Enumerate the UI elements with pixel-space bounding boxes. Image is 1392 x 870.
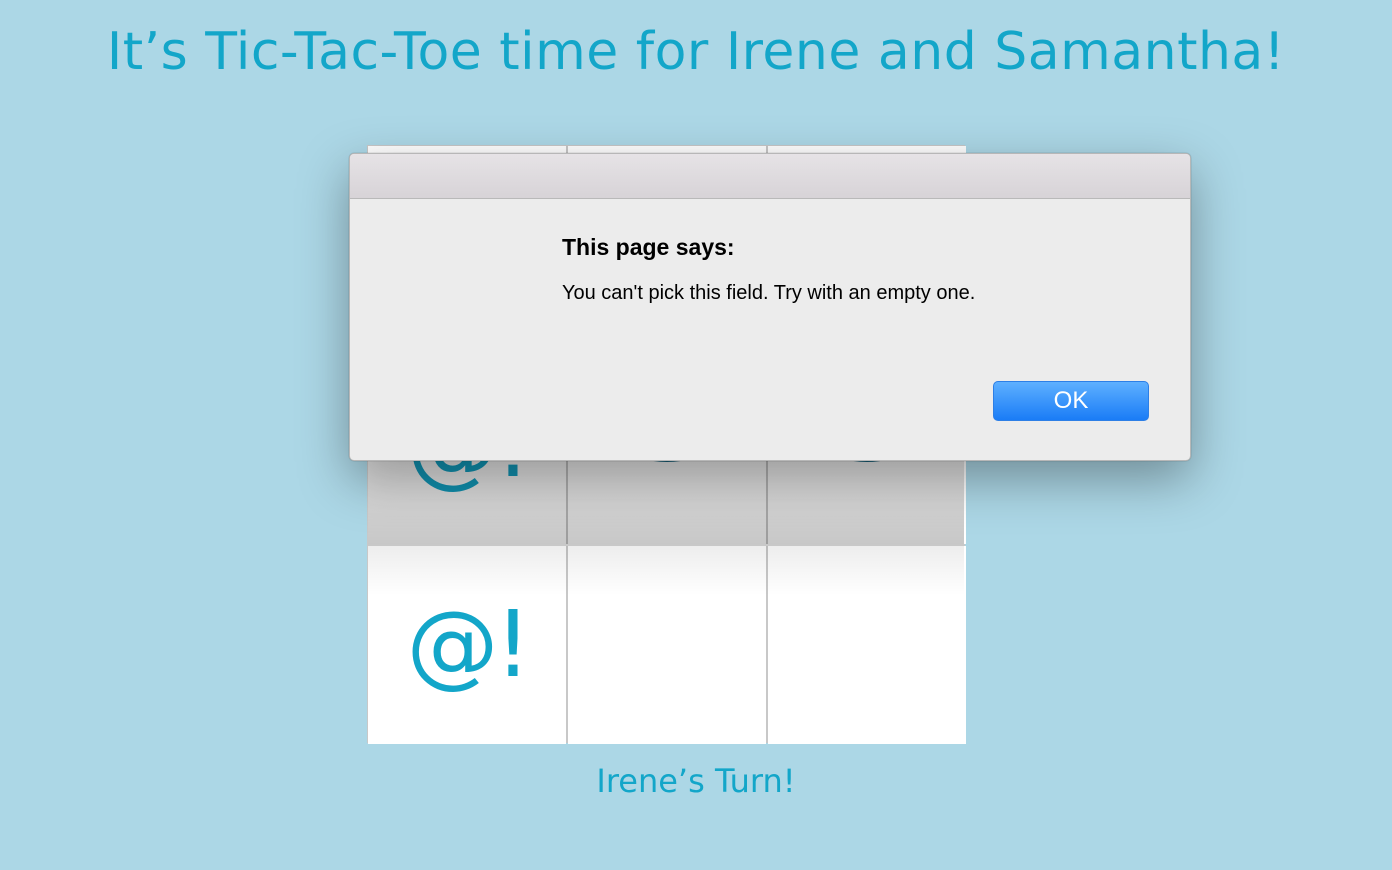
page-title: It’s Tic-Tac-Toe time for Irene and Sama… <box>106 22 1286 82</box>
ok-button[interactable]: OK <box>993 381 1149 421</box>
player-mark-at: @! <box>406 591 532 698</box>
board-cell-7[interactable]: @! <box>368 546 566 744</box>
dialog-message: You can't pick this field. Try with an e… <box>562 282 976 304</box>
board-cell-9[interactable] <box>768 546 966 744</box>
dialog-heading: This page says: <box>562 234 735 260</box>
turn-indicator: Irene’s Turn! <box>596 762 796 800</box>
board-cell-8[interactable] <box>568 546 766 744</box>
alert-dialog: This page says: You can't pick this fiel… <box>349 153 1191 461</box>
dialog-titlebar[interactable] <box>350 154 1190 199</box>
